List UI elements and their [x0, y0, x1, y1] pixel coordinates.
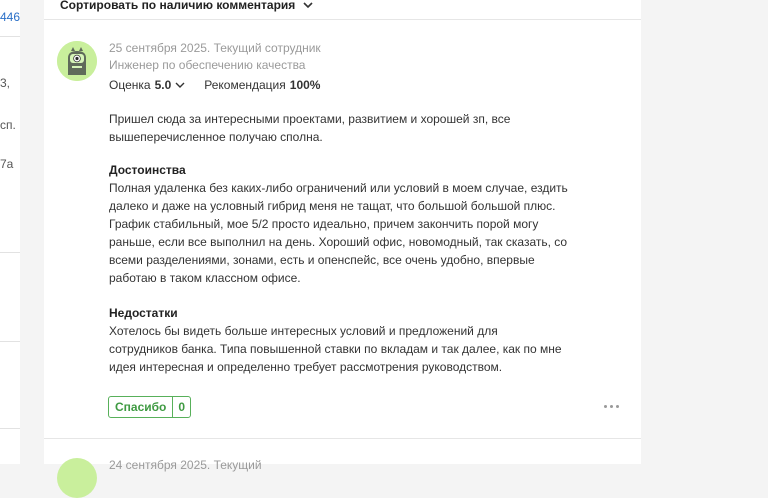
review-position: Инженер по обеспечению качества [109, 58, 306, 72]
sort-dropdown[interactable]: Сортировать по наличию комментария [60, 0, 315, 12]
left-divider [0, 36, 20, 37]
right-gutter [641, 0, 768, 464]
more-dots-icon[interactable] [604, 405, 619, 408]
avatar-monster-icon [57, 41, 97, 81]
rating-value[interactable]: 5.0 [155, 78, 172, 92]
sort-label: Сортировать по наличию комментария [60, 0, 296, 12]
cons-heading: Недостатки [109, 306, 178, 320]
left-divider [0, 252, 20, 253]
rating-label: Оценка [109, 78, 151, 92]
chevron-down-icon[interactable] [174, 80, 186, 90]
review-date: 25 сентября 2025. Текущий сотрудник [109, 41, 321, 55]
pros-heading: Достоинства [109, 163, 186, 177]
pros-text: Полная удаленка без каких-либо ограничен… [109, 181, 568, 285]
left-fragment-text: 7а [0, 157, 14, 171]
left-fragment-text: 3, [0, 76, 11, 90]
thanks-count: 0 [172, 397, 190, 417]
thanks-label: Спасибо [115, 400, 167, 414]
left-divider [0, 341, 20, 342]
recommend-label: Рекомендация [204, 78, 286, 92]
left-divider [0, 428, 20, 429]
review-intro-text: Пришел сюда за интересными проектами, ра… [109, 112, 511, 144]
avatar [57, 458, 97, 498]
divider [44, 19, 641, 20]
left-fragment-text: сп. [0, 118, 16, 132]
recommend-value: 100% [289, 78, 321, 92]
thanks-button[interactable]: Спасибо 0 [108, 396, 192, 418]
rating-row: Оценка 5.0 Рекомендация 100% [109, 78, 320, 92]
cons-text: Хотелось бы видеть больше интересных усл… [109, 324, 562, 374]
left-fragment-number[interactable]: 446 [0, 10, 20, 24]
next-review-date: 24 сентября 2025. Текущий [109, 458, 262, 472]
divider [44, 438, 641, 439]
chevron-down-icon [303, 2, 313, 9]
avatar [57, 41, 97, 81]
left-column: 446 3, сп. 7а [0, 0, 20, 464]
